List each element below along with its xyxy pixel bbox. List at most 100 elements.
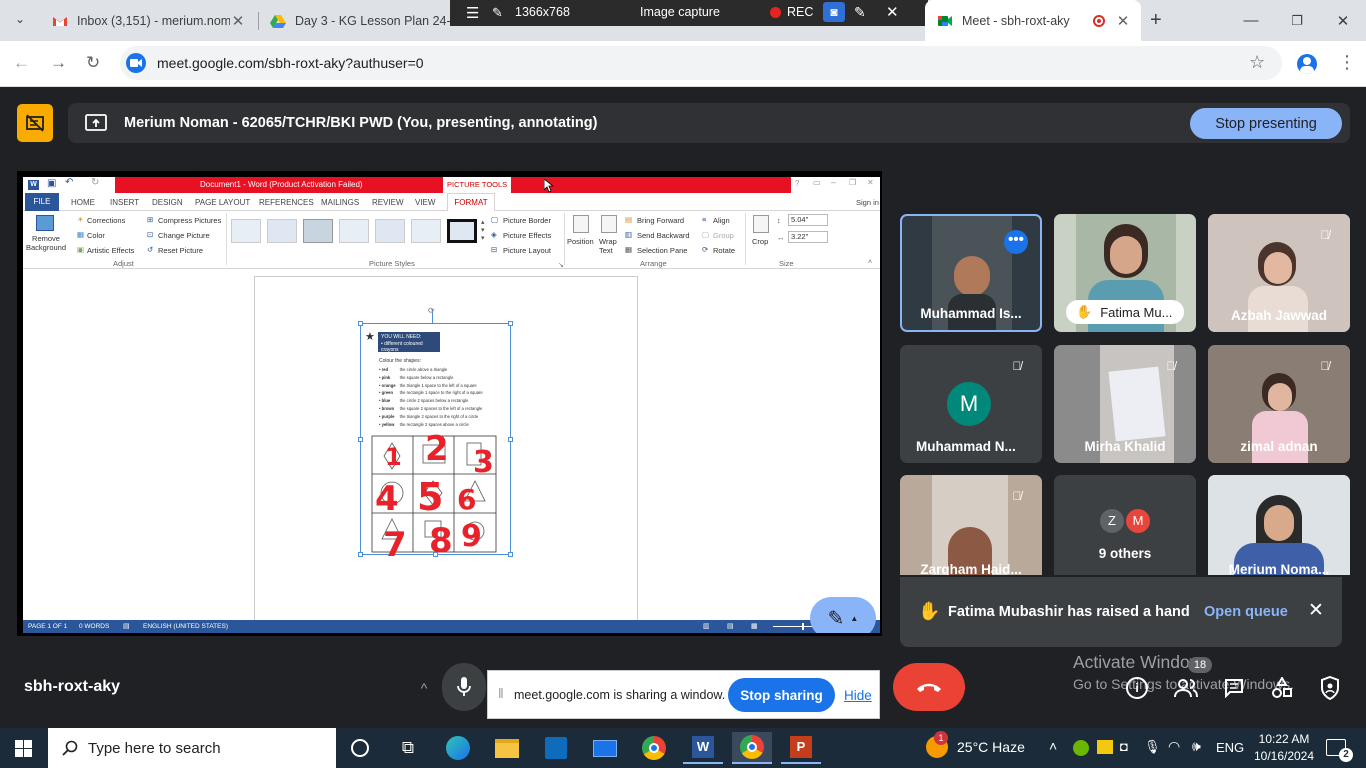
worksheet-picture[interactable]: ⟳ ★ YOU WILL NEED: • different coloured …: [358, 306, 513, 565]
back-icon[interactable]: ←: [13, 53, 30, 73]
cortana-icon[interactable]: [340, 732, 380, 764]
tab-file[interactable]: FILE: [25, 193, 59, 211]
close-icon[interactable]: ✕: [867, 178, 874, 187]
chat-icon[interactable]: [1224, 678, 1244, 698]
save-icon[interactable]: ▣: [47, 178, 56, 189]
forward-icon[interactable]: →: [50, 53, 67, 73]
send-backward-button[interactable]: Send Backward: [637, 231, 690, 240]
participant-tile[interactable]: 🎙̸ zimal adnan: [1208, 345, 1350, 463]
web-layout-icon[interactable]: ▦: [751, 622, 758, 630]
close-icon[interactable]: ✕: [886, 3, 899, 21]
height-input[interactable]: 5.04": [788, 214, 828, 226]
rotate-button[interactable]: Rotate: [713, 246, 735, 255]
reload-icon[interactable]: ↻: [86, 53, 100, 73]
menu-kebab-icon[interactable]: ⋮: [1338, 52, 1356, 73]
position-button[interactable]: Position: [567, 237, 594, 246]
host-controls-icon[interactable]: [1320, 676, 1340, 700]
file-explorer-icon[interactable]: [487, 732, 527, 764]
weather-text[interactable]: 25°C Haze: [957, 739, 1025, 755]
participant-tile[interactable]: 🎙̸ Zargham Haid...: [900, 475, 1042, 575]
crop-button[interactable]: Crop: [752, 237, 768, 246]
rotate-handle-icon[interactable]: ⟳: [428, 306, 435, 315]
wrap-text-button[interactable]: Wrap Text: [599, 237, 621, 255]
sign-in-link[interactable]: Sign in: [856, 198, 879, 207]
change-picture-button[interactable]: Change Picture: [158, 231, 210, 240]
tab-insert[interactable]: INSERT: [110, 198, 139, 207]
remove-background-button[interactable]: Remove Background: [26, 234, 66, 252]
resize-handle[interactable]: [358, 552, 363, 557]
tab-view[interactable]: VIEW: [415, 198, 435, 207]
window-close-icon[interactable]: ✕: [1320, 0, 1366, 41]
resize-handle[interactable]: [508, 552, 513, 557]
close-icon[interactable]: ✕: [1308, 599, 1324, 622]
corrections-button[interactable]: Corrections: [87, 216, 125, 225]
annotation-pen-button[interactable]: ✎ ▲: [810, 597, 876, 633]
participant-tile[interactable]: M 🎙̸ Muhammad N...: [900, 345, 1042, 463]
restore-icon[interactable]: ❐: [1274, 0, 1320, 41]
gallery-scroll-icon[interactable]: ▴ ▾ ▾: [481, 219, 485, 243]
volume-icon[interactable]: 🕪: [1192, 738, 1201, 755]
participant-tile[interactable]: 🎙̸ Azbah Jawwad: [1208, 214, 1350, 332]
microphone-button[interactable]: [442, 663, 486, 711]
pin-icon[interactable]: ✎: [492, 5, 503, 21]
show-hidden-icons-icon[interactable]: ˄: [1049, 738, 1057, 754]
tab-mailings[interactable]: MAILINGS: [321, 198, 359, 207]
bring-forward-button[interactable]: Bring Forward: [637, 216, 684, 225]
align-button[interactable]: Align: [713, 216, 730, 225]
tray-app-icon[interactable]: [1073, 740, 1089, 756]
group-button[interactable]: Group: [713, 231, 734, 240]
help-icon[interactable]: ?: [795, 179, 799, 188]
tray-camera-icon[interactable]: ◘: [1120, 739, 1128, 754]
drag-handle-icon[interactable]: ‖: [498, 685, 504, 701]
resize-handle[interactable]: [358, 437, 363, 442]
minimize-icon[interactable]: —: [1228, 0, 1274, 41]
tab-home[interactable]: HOME: [71, 198, 95, 207]
participant-tile[interactable]: ••• Muhammad Is...: [900, 214, 1042, 332]
chrome-active-icon[interactable]: [732, 732, 772, 764]
picture-style-thumb[interactable]: [231, 219, 261, 243]
width-input[interactable]: 3.22": [788, 231, 828, 243]
task-view-icon[interactable]: ⧉: [388, 732, 428, 764]
stop-sharing-button[interactable]: Stop sharing: [728, 678, 835, 712]
picture-effects-button[interactable]: Picture Effects: [503, 231, 551, 240]
more-options-icon[interactable]: •••: [1004, 230, 1028, 254]
tab-gmail[interactable]: Inbox (3,151) - merium.nom ✕: [40, 0, 256, 41]
tab-design[interactable]: DESIGN: [152, 198, 183, 207]
picture-style-thumb[interactable]: [411, 219, 441, 243]
pen-icon[interactable]: ✎: [854, 4, 866, 21]
picture-layout-button[interactable]: Picture Layout: [503, 246, 551, 255]
leave-call-button[interactable]: [893, 663, 965, 711]
tab-page-layout[interactable]: PAGE LAYOUT: [195, 198, 250, 207]
compress-pictures-button[interactable]: Compress Pictures: [158, 216, 221, 225]
annotate-toggle-button[interactable]: [17, 104, 53, 142]
selection-pane-button[interactable]: Selection Pane: [637, 246, 687, 255]
chrome-icon[interactable]: [634, 732, 674, 764]
edge-icon[interactable]: [438, 732, 478, 764]
chevron-up-icon[interactable]: ^: [404, 671, 444, 705]
tab-references[interactable]: REFERENCES: [259, 198, 314, 207]
stop-presenting-button[interactable]: Stop presenting: [1190, 108, 1342, 139]
participant-tile[interactable]: Merium Noma...: [1208, 475, 1350, 575]
picture-style-thumb[interactable]: [267, 219, 297, 243]
camera-icon[interactable]: ◙: [823, 2, 845, 22]
participant-tile[interactable]: Z M 9 others: [1054, 475, 1196, 575]
tab-format[interactable]: FORMAT: [447, 193, 495, 212]
bookmark-star-icon[interactable]: ☆: [1249, 52, 1265, 73]
clock-date[interactable]: 10/16/2024: [1250, 749, 1318, 763]
taskbar-search-box[interactable]: Type here to search: [48, 728, 336, 768]
close-icon[interactable]: ✕: [230, 12, 246, 30]
tab-drive[interactable]: Day 3 - KG Lesson Plan 24-2: [258, 0, 450, 41]
picture-style-thumb[interactable]: [339, 219, 369, 243]
resize-handle[interactable]: [508, 437, 513, 442]
zoom-slider-thumb[interactable]: [802, 623, 804, 630]
dialog-launcher-icon[interactable]: ↘: [558, 261, 564, 269]
address-bar[interactable]: meet.google.com/sbh-roxt-aky?authuser=0: [120, 46, 1282, 80]
ribbon-options-icon[interactable]: ▭: [813, 178, 821, 187]
picture-style-thumb[interactable]: [375, 219, 405, 243]
site-info-icon[interactable]: [126, 53, 146, 73]
word-taskbar-icon[interactable]: W: [683, 732, 723, 764]
read-mode-icon[interactable]: ▥: [703, 622, 710, 630]
resize-handle[interactable]: [358, 321, 363, 326]
mail-icon[interactable]: [585, 732, 625, 764]
tab-search-icon[interactable]: ⌄: [10, 12, 30, 30]
